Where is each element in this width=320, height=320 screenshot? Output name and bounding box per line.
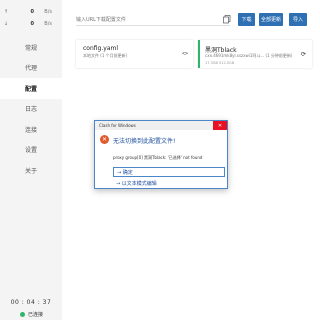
download-value: 0: [30, 21, 34, 27]
sidebar-item-logs[interactable]: 日志: [0, 99, 62, 120]
profile-card-remote[interactable]: 黑洞Tblack cxx.4691mk8yl.sszxwi1阿斗... (1 分…: [198, 40, 312, 68]
error-dialog: Clash for Windows ✕ ✕ 无法切换到此配置文件! proxy …: [94, 120, 228, 189]
ok-button[interactable]: → 确定: [113, 167, 225, 177]
download-speed: ↓ 0 B/s: [0, 18, 62, 30]
error-icon: ✕: [100, 135, 109, 144]
upload-unit: B/s: [44, 9, 52, 15]
dialog-titlebar: Clash for Windows ✕: [95, 121, 227, 130]
sidebar-item-general[interactable]: 常规: [0, 37, 62, 58]
dialog-title: Clash for Windows: [99, 123, 136, 128]
uptime-clock: 00 : 04 : 37: [0, 299, 62, 306]
connection-status: 已连接: [20, 311, 43, 318]
sidebar-item-about[interactable]: 关于: [0, 160, 62, 181]
profile-subtitle: cxx.4691mk8yl.sszxwi1阿斗... (1 分钟前更新): [205, 53, 293, 58]
sidebar: ↑ 0 B/s ↓ 0 B/s 常规 代理 配置 日志 连接 设置 关于 00 …: [0, 0, 62, 320]
dialog-message: proxy group[0] 黑洞Tblack: '已选择' not found: [113, 155, 203, 160]
active-indicator: [198, 40, 200, 68]
upload-value: 0: [30, 9, 34, 15]
sidebar-item-proxies[interactable]: 代理: [0, 58, 62, 79]
profile-subtitle: 本地文件 (1 个月前更新): [83, 53, 128, 58]
download-button[interactable]: 下载: [238, 13, 255, 26]
profile-usage: 17.3GB 512.0GB: [205, 61, 235, 65]
profile-name: config.yaml: [83, 45, 119, 52]
profile-card-local[interactable]: config.yaml 本地文件 (1 个月前更新) <>: [76, 40, 193, 68]
sidebar-item-profiles[interactable]: 配置: [0, 78, 62, 99]
dialog-heading: 无法切换到此配置文件!: [113, 138, 176, 145]
update-all-button[interactable]: 全部更新: [259, 13, 283, 26]
refresh-icon[interactable]: ⟳: [301, 51, 306, 58]
sidebar-nav: 常规 代理 配置 日志 连接 设置 关于: [0, 37, 62, 181]
status-label: 已连接: [28, 312, 44, 318]
upload-speed: ↑ 0 B/s: [0, 6, 62, 18]
text-mode-button[interactable]: → 以文本模式编辑: [116, 180, 157, 187]
sidebar-item-settings[interactable]: 设置: [0, 140, 62, 161]
status-dot-icon: [20, 312, 25, 317]
download-unit: B/s: [44, 21, 52, 27]
sidebar-item-connections[interactable]: 连接: [0, 119, 62, 140]
edit-code-icon[interactable]: <>: [182, 51, 188, 57]
download-arrow-icon: ↓: [3, 21, 9, 27]
uptime-value: 00 : 04 : 37: [10, 299, 52, 306]
import-button[interactable]: 导入: [289, 13, 307, 26]
close-icon[interactable]: ✕: [213, 121, 227, 130]
paste-icon[interactable]: [222, 14, 232, 24]
url-input[interactable]: [76, 14, 230, 26]
upload-arrow-icon: ↑: [3, 9, 9, 15]
dialog-body: ✕ 无法切换到此配置文件! proxy group[0] 黑洞Tblack: '…: [95, 130, 227, 190]
traffic-monitor: ↑ 0 B/s ↓ 0 B/s: [0, 6, 62, 30]
